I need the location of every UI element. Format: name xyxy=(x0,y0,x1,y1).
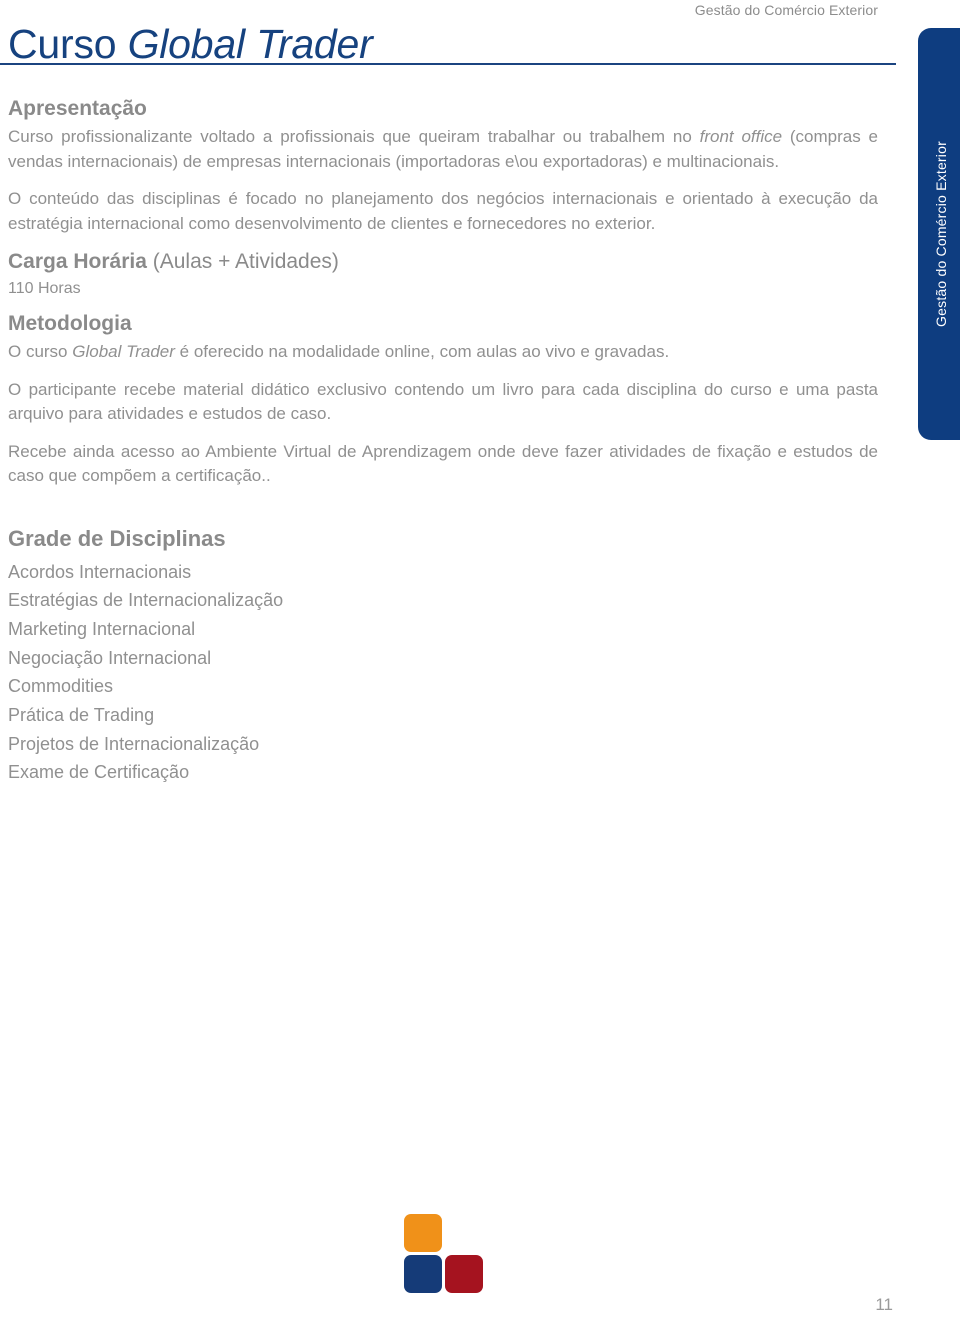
page-title-emphasis: Global Trader xyxy=(127,21,373,67)
list-item: Marketing Internacional xyxy=(8,618,196,639)
heading-apresentacao: Apresentação xyxy=(8,97,147,120)
paragraph-metodologia-2: O participante recebe material didático … xyxy=(8,379,878,424)
page-title-prefix: Curso xyxy=(8,21,128,67)
content-column: Apresentação Curso profissionalizante vo… xyxy=(8,96,878,787)
page-title: Curso Global Trader xyxy=(8,21,898,67)
paragraph-apresentacao-2: O conteúdo das disciplinas é focado no p… xyxy=(8,189,878,233)
disciplines-list: Acordos Internacionais Estratégias de In… xyxy=(8,558,878,788)
paragraph-apresentacao-1-part1: Curso profissionalizante voltado a profi… xyxy=(8,127,700,146)
heading-grade-de-disciplinas: Grade de Disciplinas xyxy=(8,525,226,551)
list-item: Estratégias de Internacionalização xyxy=(8,590,284,611)
side-tab-label: Gestão do Comércio Exterior xyxy=(933,141,949,327)
heading-carga-horaria: Carga Horária (Aulas + Atividades) xyxy=(8,249,878,275)
paragraph-apresentacao-1-emphasis: front office xyxy=(699,127,783,146)
carga-horaria-value: 110 Horas xyxy=(8,280,81,297)
paragraph-apresentacao-1: Curso profissionalizante voltado a profi… xyxy=(8,125,878,174)
paragraph-metodologia-1-part1: O curso xyxy=(8,342,73,361)
list-item: Projetos de Internacionalização xyxy=(8,733,260,754)
list-item: Acordos Internacionais xyxy=(8,561,192,582)
title-divider xyxy=(0,63,896,65)
list-item: Exame de Certificação xyxy=(8,762,190,783)
heading-carga-horaria-bold: Carga Horária xyxy=(8,250,147,273)
grade-de-disciplinas-block: Grade de Disciplinas Acordos Internacion… xyxy=(8,526,878,788)
page-number: 11 xyxy=(875,1295,893,1314)
title-block: Curso Global Trader xyxy=(8,21,898,67)
heading-carga-horaria-light: (Aulas + Atividades) xyxy=(146,250,339,273)
running-head: Gestão do Comércio Exterior xyxy=(694,2,878,18)
logo-square-blue-icon xyxy=(404,1255,442,1293)
logo-square-red-icon xyxy=(445,1255,483,1293)
paragraph-metodologia-1-emphasis: Global Trader xyxy=(72,342,175,361)
footer-logo xyxy=(404,1214,483,1293)
paragraph-metodologia-3: Recebe ainda acesso ao Ambiente Virtual … xyxy=(8,441,878,486)
heading-metodologia: Metodologia xyxy=(8,312,132,335)
paragraph-metodologia-1: O curso Global Trader é oferecido na mod… xyxy=(8,340,878,365)
side-tab: Gestão do Comércio Exterior xyxy=(918,28,960,440)
list-item: Prática de Trading xyxy=(8,705,155,726)
logo-square-orange-icon xyxy=(404,1214,442,1252)
paragraph-metodologia-1-part2: é oferecido na modalidade online, com au… xyxy=(174,342,670,361)
list-item: Negociação Internacional xyxy=(8,647,212,668)
list-item: Commodities xyxy=(8,676,114,697)
